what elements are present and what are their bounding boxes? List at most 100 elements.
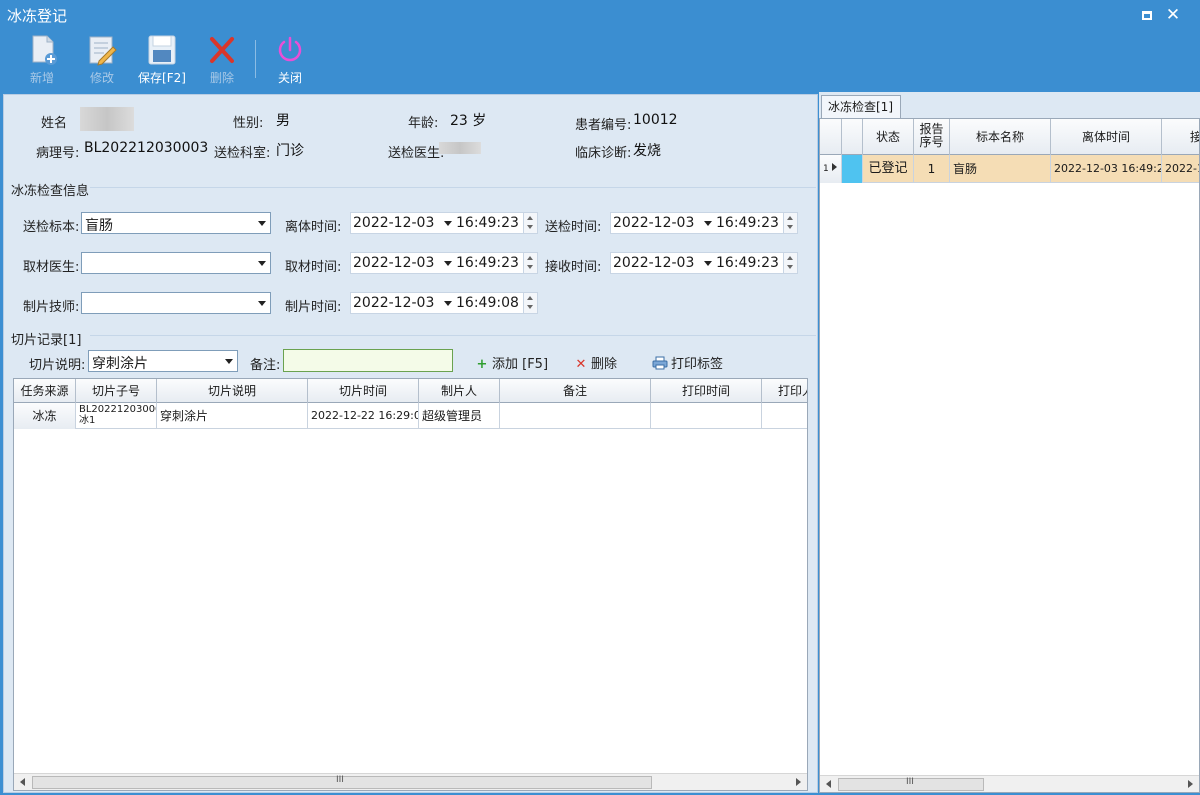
making-time-picker[interactable]: 2022-12-03 16:49:08 <box>350 292 538 314</box>
sampling-time-label: 取材时间: <box>285 260 342 275</box>
delete-slice-button[interactable]: ✕ 删除 <box>573 353 617 372</box>
save-label: 保存[F2] <box>138 71 186 85</box>
maximize-button[interactable] <box>1138 6 1156 24</box>
time-spinner[interactable] <box>783 213 797 233</box>
add-slice-button[interactable]: + 添加 [F5] <box>474 353 548 372</box>
frozen-section-title: 冰冻检查信息 <box>11 184 90 199</box>
cell-remark <box>500 403 651 429</box>
patient-no-label: 患者编号: <box>575 118 632 133</box>
row-color-cell <box>842 155 863 183</box>
cell-status: 已登记 <box>863 155 914 183</box>
sampling-time: 16:49:23 <box>456 255 519 271</box>
row-indicator: 1 <box>820 155 842 183</box>
detach-time-picker[interactable]: 2022-12-03 16:49:23 <box>350 212 538 234</box>
col-next[interactable]: 接 <box>1162 119 1199 155</box>
close-window-button[interactable]: ✕ <box>1164 6 1182 24</box>
detach-time-label: 离体时间: <box>285 220 342 235</box>
chevron-down-icon[interactable] <box>444 261 452 266</box>
doctor-label: 送检医生: <box>388 146 445 161</box>
cell-next: 2022-1 <box>1162 155 1199 183</box>
table-row[interactable]: 冰冻 BL20221203000 冰1 穿刺涂片 2022-12-22 16:2… <box>14 403 807 429</box>
save-button[interactable]: 保存[F2] <box>134 33 190 89</box>
horizontal-scrollbar[interactable]: III <box>14 773 807 790</box>
submit-date: 2022-12-03 <box>613 215 695 231</box>
cell-maker: 超级管理员 <box>419 403 500 429</box>
making-time: 16:49:08 <box>456 295 519 311</box>
chevron-down-icon <box>258 221 266 226</box>
making-date: 2022-12-03 <box>353 295 435 311</box>
sampling-time-picker[interactable]: 2022-12-03 16:49:23 <box>350 252 538 274</box>
col-status[interactable]: 状态 <box>863 119 914 155</box>
table-header: 任务来源 切片子号 切片说明 切片时间 制片人 备注 打印时间 打印人 <box>14 379 807 403</box>
col-report-line2: 序号 <box>919 135 944 149</box>
tab-frozen-exam[interactable]: 冰冻检查[1] <box>821 95 901 118</box>
col-time[interactable]: 切片时间 <box>308 379 419 403</box>
table-header: 状态 报告 序号 标本名称 离体时间 接 <box>820 119 1199 155</box>
submit-time-picker[interactable]: 2022-12-03 16:49:23 <box>610 212 798 234</box>
scroll-right-icon[interactable] <box>1188 780 1193 788</box>
col-desc[interactable]: 切片说明 <box>157 379 308 403</box>
table-row[interactable]: 1 已登记 1 盲肠 2022-12-03 16:49:23 2022-1 <box>820 155 1199 183</box>
diagnosis-label: 临床诊断: <box>575 146 632 161</box>
receive-time-picker[interactable]: 2022-12-03 16:49:23 <box>610 252 798 274</box>
col-print-time[interactable]: 打印时间 <box>651 379 762 403</box>
col-sub-no[interactable]: 切片子号 <box>76 379 157 403</box>
time-spinner[interactable] <box>783 253 797 273</box>
cell-specimen: 盲肠 <box>950 155 1051 183</box>
col-printer[interactable]: 打印人 <box>762 379 807 403</box>
time-spinner[interactable] <box>523 253 537 273</box>
chevron-down-icon[interactable] <box>444 221 452 226</box>
dept-label: 送检科室: <box>214 146 271 161</box>
section-divider <box>90 335 816 336</box>
maximize-icon <box>1142 10 1152 20</box>
slice-table: 任务来源 切片子号 切片说明 切片时间 制片人 备注 打印时间 打印人 冰冻 B… <box>13 378 808 791</box>
col-remark[interactable]: 备注 <box>500 379 651 403</box>
pathology-no-label: 病理号: <box>36 146 80 161</box>
name-redacted <box>80 107 134 131</box>
age-value: 23 岁 <box>450 113 487 129</box>
chevron-down-icon[interactable] <box>704 221 712 226</box>
delete-x-icon: ✕ <box>575 357 587 372</box>
specimen-label: 送检标本: <box>23 220 80 235</box>
slice-desc-value: 穿刺涂片 <box>92 356 148 372</box>
new-button[interactable]: 新增 <box>14 33 70 89</box>
cell-detach-time: 2022-12-03 16:49:23 <box>1051 155 1162 183</box>
col-report-no[interactable]: 报告 序号 <box>914 119 950 155</box>
technician-label: 制片技师: <box>23 300 80 315</box>
close-button[interactable]: 关闭 <box>262 33 318 89</box>
edit-button[interactable]: 修改 <box>74 33 130 89</box>
diagnosis-value: 发烧 <box>633 143 661 159</box>
col-specimen[interactable]: 标本名称 <box>950 119 1051 155</box>
horizontal-scrollbar[interactable]: III <box>820 775 1199 792</box>
slice-desc-select[interactable]: 穿刺涂片 <box>88 350 238 372</box>
remark-input[interactable] <box>283 349 453 372</box>
scroll-right-icon[interactable] <box>796 778 801 786</box>
col-maker[interactable]: 制片人 <box>419 379 500 403</box>
cell-source: 冰冻 <box>14 403 76 429</box>
pathology-no-value: BL202212030003 <box>84 140 209 156</box>
time-spinner[interactable] <box>523 213 537 233</box>
patient-no-value: 10012 <box>633 112 678 128</box>
time-spinner[interactable] <box>523 293 537 313</box>
detach-date: 2022-12-03 <box>353 215 435 231</box>
edit-label: 修改 <box>89 71 114 85</box>
sampler-select[interactable] <box>81 252 271 274</box>
scroll-left-icon[interactable] <box>826 780 831 788</box>
toolbar-separator <box>255 40 256 78</box>
specimen-select[interactable]: 盲肠 <box>81 212 271 234</box>
col-detach-time[interactable]: 离体时间 <box>1051 119 1162 155</box>
current-row-icon <box>831 163 837 171</box>
sub-no-line1: BL20221203000 <box>79 404 157 415</box>
title-bar: 冰冻登记 ✕ <box>0 0 1200 30</box>
scroll-left-icon[interactable] <box>20 778 25 786</box>
col-source[interactable]: 任务来源 <box>14 379 76 403</box>
chevron-down-icon[interactable] <box>444 301 452 306</box>
print-label-button[interactable]: 打印标签 <box>652 353 723 372</box>
cell-desc: 穿刺涂片 <box>157 403 308 429</box>
technician-select[interactable] <box>81 292 271 314</box>
section-divider <box>90 187 816 188</box>
delete-toolbar-button[interactable]: 删除 <box>194 33 250 89</box>
cell-print-time <box>651 403 762 429</box>
chevron-down-icon[interactable] <box>704 261 712 266</box>
power-icon <box>278 36 302 62</box>
